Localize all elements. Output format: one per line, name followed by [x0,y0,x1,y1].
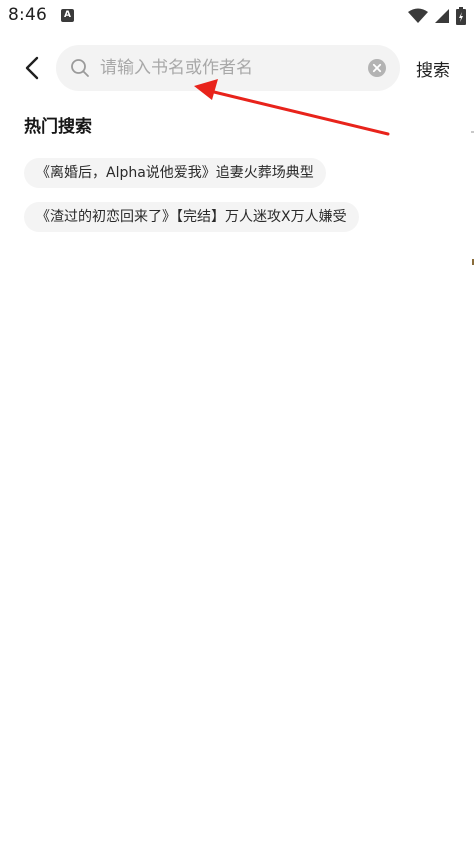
clear-icon[interactable] [368,59,386,77]
wifi-icon [408,8,428,23]
hot-search-tag[interactable]: 《渣过的初恋回来了》【完结】万人迷攻X万人嫌受 [24,202,359,232]
search-icon [71,59,89,77]
hot-search-title: 热门搜索 [24,117,92,137]
search-box[interactable] [56,45,400,91]
status-icons [408,6,466,26]
back-button[interactable] [14,50,50,86]
search-header: 搜索 [0,44,474,92]
search-button[interactable]: 搜索 [416,56,450,81]
battery-icon [456,7,466,25]
hot-search-list: 《离婚后，Alpha说他爱我》追妻火葬场典型 《渣过的初恋回来了》【完结】万人迷… [24,158,454,246]
app-notification-icon: A [61,9,74,22]
chevron-left-icon [25,56,39,80]
search-input[interactable] [100,53,360,83]
status-bar: 8:46 A [0,0,474,34]
cellular-signal-icon [435,9,449,23]
status-time: 8:46 [8,5,47,25]
hot-search-tag[interactable]: 《离婚后，Alpha说他爱我》追妻火葬场典型 [24,158,326,188]
